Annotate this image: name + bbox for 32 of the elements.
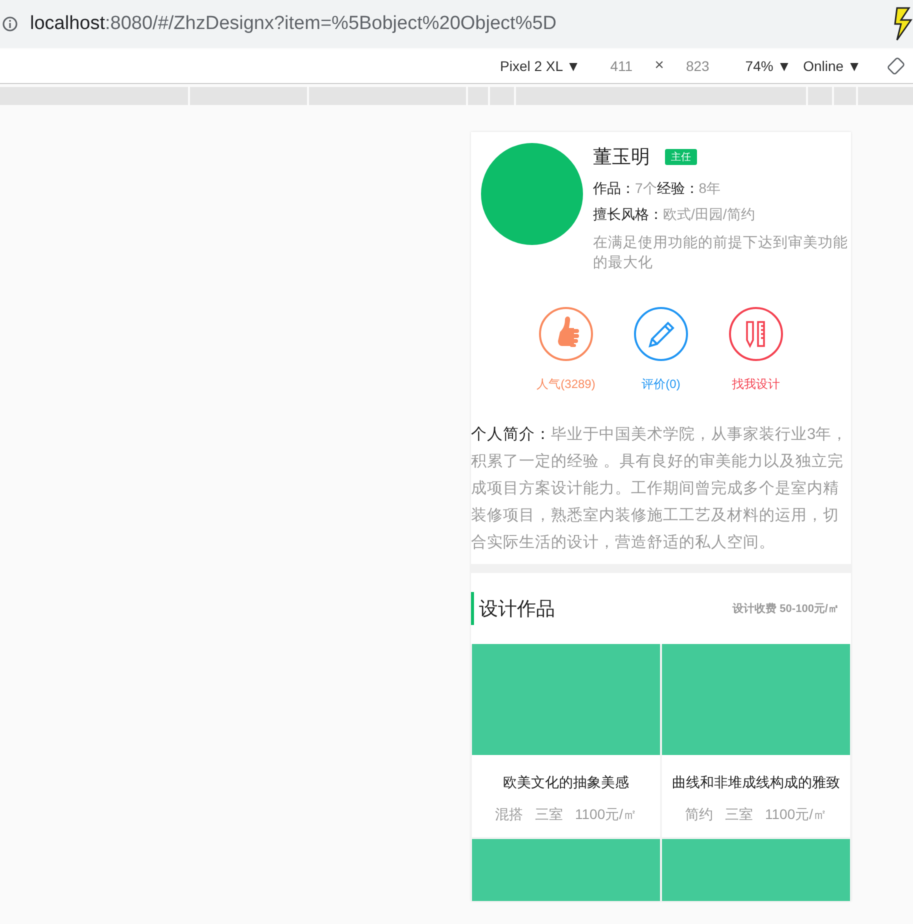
height-value[interactable]: 823 bbox=[686, 58, 710, 74]
zoom-dropdown[interactable]: 74% ▼ bbox=[745, 58, 792, 74]
pencil-icon[interactable] bbox=[633, 306, 689, 362]
work-tag: 1100元/㎡ bbox=[765, 806, 827, 824]
thumbs-up-icon[interactable] bbox=[538, 306, 594, 362]
work-card[interactable]: 曲线和非堆成线构成的雅致 简约 三室 1100元/㎡ bbox=[662, 644, 850, 837]
url-text: localhost:8080/#/ZhzDesignx?item=%5Bobject%20Object%5D bbox=[30, 13, 557, 35]
stats-text: 作品：7个经验：8年 bbox=[593, 180, 722, 198]
work-title: 欧美文化的抽象美感 bbox=[502, 774, 630, 792]
work-tag: 三室 bbox=[535, 806, 563, 824]
work-card[interactable]: 欧美文化的抽象美感 混搭 三室 1100元/㎡ bbox=[472, 644, 660, 837]
work-tag: 1100元/㎡ bbox=[575, 806, 637, 824]
title-badge: 主任 bbox=[665, 149, 697, 165]
work-title: 曲线和非堆成线构成的雅致 bbox=[671, 774, 841, 792]
device-dropdown[interactable]: Pixel 2 XL ▼ bbox=[500, 58, 580, 74]
motto-text: 在满足使用功能的前提下达到审美功能的最大化 bbox=[593, 234, 849, 273]
work-tag: 三室 bbox=[725, 806, 753, 824]
section-title: 设计作品 bbox=[479, 598, 555, 622]
work-tag: 简约 bbox=[685, 806, 713, 824]
address-bar[interactable]: localhost:8080/#/ZhzDesignx?item=%5Bobject%20Object%5D bbox=[0, 0, 913, 48]
action-label[interactable]: 找我设计 bbox=[732, 376, 780, 393]
designer-name: 董玉明 bbox=[593, 146, 650, 170]
times-sign: × bbox=[654, 57, 664, 75]
pencil-ruler-icon[interactable] bbox=[728, 306, 784, 362]
info-icon[interactable] bbox=[2, 16, 18, 32]
network-dropdown[interactable]: Online ▼ bbox=[803, 58, 862, 74]
work-tag: 混搭 bbox=[495, 806, 523, 824]
width-value[interactable]: 411 bbox=[610, 58, 633, 74]
fee-text: 设计收费 50-100元/㎡ bbox=[732, 602, 839, 616]
rotate-icon[interactable] bbox=[887, 57, 906, 75]
intro-text: 个人简介：毕业于中国美术学院，从事家装行业3年，积累了一定的经验 。具有良好的审美能力以及独立完成项目方案设计能力。工作期间曾完成多个是室内精装修项目，熟悉室内装修施工工艺及材料的运用，切合实际生活的设计，营造舒适的私人空间。 bbox=[471, 424, 849, 553]
style-text: 擅长风格：欧式/田园/简约 bbox=[593, 206, 756, 224]
